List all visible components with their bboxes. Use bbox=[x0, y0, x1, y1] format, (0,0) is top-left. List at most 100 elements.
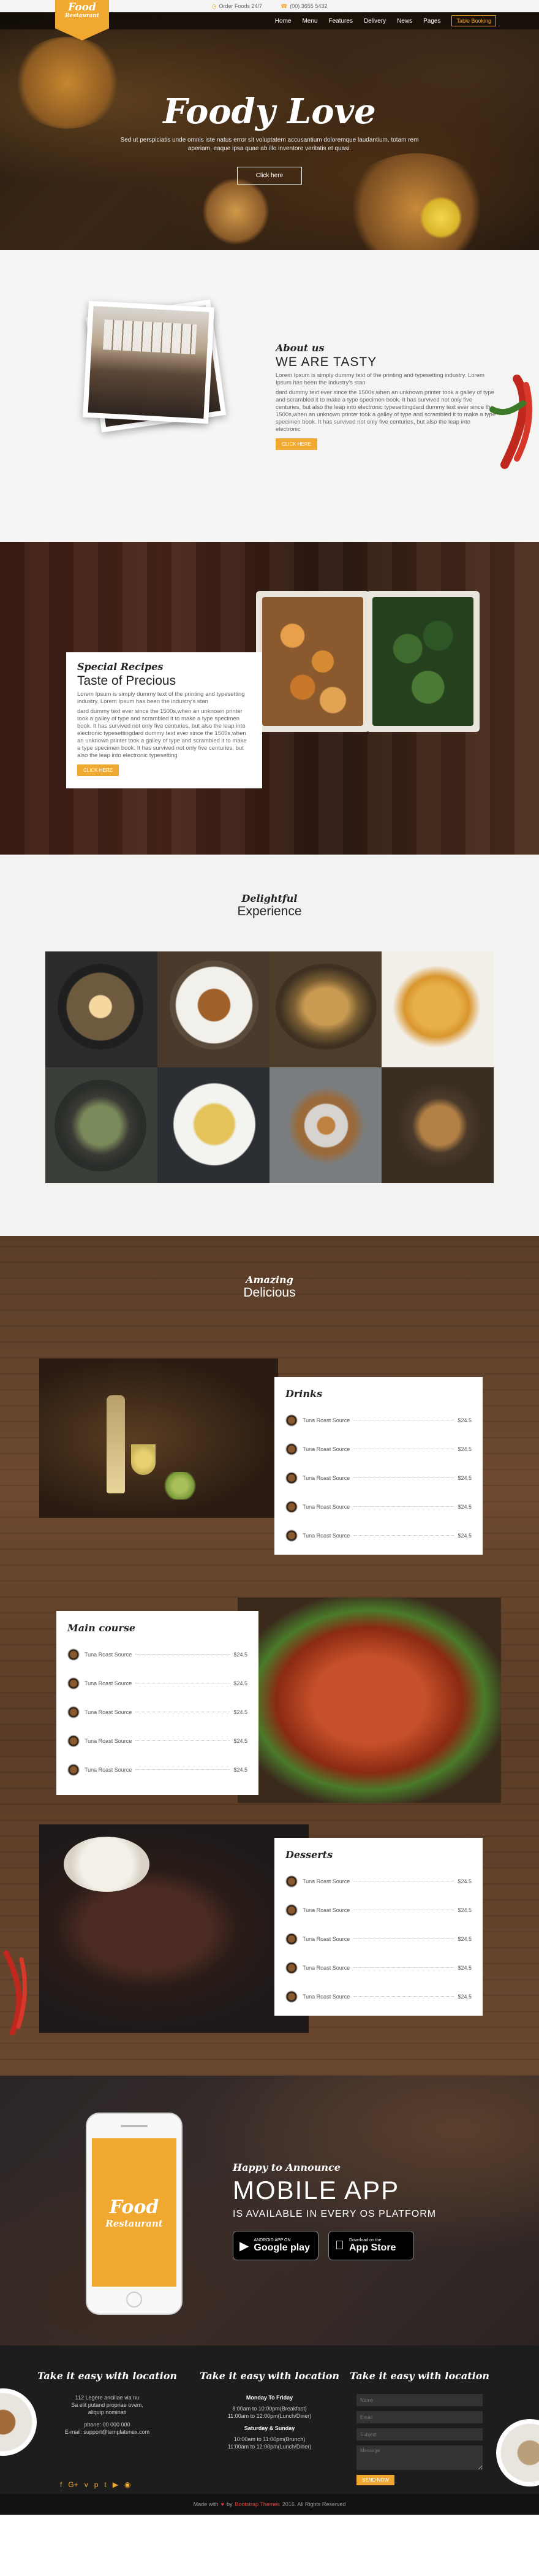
menu-item-price: $24.5 bbox=[458, 1935, 472, 1942]
google-play-button[interactable]: ▶ ANDROID APP ON Google play bbox=[233, 2231, 318, 2260]
menu-item[interactable]: Tuna Roast Source $24.5 bbox=[67, 1669, 247, 1698]
google-plus-icon[interactable]: G+ bbox=[68, 2480, 78, 2489]
app-store-button[interactable]:  Download on theApp Store bbox=[328, 2231, 414, 2260]
hero-click-button[interactable]: Click here bbox=[236, 167, 303, 185]
menu-item[interactable]: Tuna Roast Source $24.5 bbox=[67, 1755, 247, 1784]
menu-item-price: $24.5 bbox=[458, 1503, 472, 1510]
menu-item-name: Tuna Roast Source bbox=[303, 1532, 350, 1539]
desserts-title: Desserts bbox=[285, 1849, 333, 1861]
menu-item-name: Tuna Roast Source bbox=[303, 1878, 350, 1884]
menu-item[interactable]: Tuna Roast Source $24.5 bbox=[285, 1953, 472, 1982]
message-textarea[interactable] bbox=[356, 2445, 483, 2470]
plate-image bbox=[0, 2388, 37, 2456]
footer-hours-column: Take it easy with location Monday To Fri… bbox=[199, 2370, 340, 2450]
gallery-tile[interactable] bbox=[382, 1067, 494, 1183]
social-links: f G+ v p t ▶ ◉ bbox=[60, 2480, 130, 2489]
site-logo[interactable]: Food Restaurant bbox=[55, 0, 109, 40]
gallery-tile[interactable] bbox=[45, 1067, 157, 1183]
copyright-post: 2016. All Rights Reserved bbox=[282, 2501, 346, 2507]
gallery-tile[interactable] bbox=[270, 951, 382, 1067]
menu-item[interactable]: Tuna Roast Source $24.5 bbox=[285, 1492, 472, 1521]
nav-features[interactable]: Features bbox=[328, 18, 352, 25]
menu-item[interactable]: Tuna Roast Source $24.5 bbox=[285, 1896, 472, 1924]
facebook-icon[interactable]: f bbox=[60, 2480, 62, 2489]
nav-menu[interactable]: Menu bbox=[302, 18, 317, 25]
app-title: MOBILE APP bbox=[233, 2176, 400, 2204]
copyright-by: by bbox=[226, 2501, 233, 2507]
gallery-tile[interactable] bbox=[45, 951, 157, 1067]
menu-item-name: Tuna Roast Source bbox=[85, 1709, 132, 1715]
menu-item-name: Tuna Roast Source bbox=[303, 1446, 350, 1452]
menu-item[interactable]: Tuna Roast Source $24.5 bbox=[285, 1463, 472, 1492]
shrimp-tray-image bbox=[256, 591, 369, 732]
nav-pages[interactable]: Pages bbox=[423, 18, 440, 25]
menu-item-price: $24.5 bbox=[458, 1907, 472, 1913]
gallery-tile[interactable] bbox=[270, 1067, 382, 1183]
menu-item[interactable]: Tuna Roast Source $24.5 bbox=[285, 1982, 472, 2011]
nav-home[interactable]: Home bbox=[275, 18, 292, 25]
nav-news[interactable]: News bbox=[397, 18, 412, 25]
google-play-icon: ▶ bbox=[239, 2239, 249, 2253]
vimeo-icon[interactable]: v bbox=[85, 2480, 88, 2489]
footer-col3-title: Take it easy with location bbox=[349, 2370, 490, 2382]
pinterest-icon[interactable]: p bbox=[94, 2480, 99, 2489]
gallery-script-heading: Delightful bbox=[241, 893, 298, 904]
menu-item[interactable]: Tuna Roast Source $24.5 bbox=[285, 1435, 472, 1463]
menu-section: Amazing Delicious Drinks Tuna Roast Sour… bbox=[0, 1236, 539, 2076]
food-image bbox=[202, 178, 270, 245]
wine-image bbox=[39, 1358, 278, 1518]
about-text: About us WE ARE TASTY Lorem Ipsum is sim… bbox=[276, 342, 496, 450]
nav-delivery[interactable]: Delivery bbox=[364, 18, 386, 25]
twitter-icon[interactable]: t bbox=[104, 2480, 106, 2489]
menu-item[interactable]: Tuna Roast Source $24.5 bbox=[285, 1406, 472, 1435]
menu-item-price: $24.5 bbox=[458, 1446, 472, 1452]
phone-info[interactable]: ☎ (00) 3655 5432 bbox=[281, 3, 327, 10]
gallery-tile[interactable] bbox=[157, 1067, 270, 1183]
youtube-icon[interactable]: ▶ bbox=[113, 2480, 118, 2489]
hours-line: 11:00am to 12:00pm(Lunch/Diner) bbox=[227, 2444, 312, 2450]
about-click-button[interactable]: CLICK HERE bbox=[276, 438, 318, 450]
menu-item[interactable]: Tuna Roast Source $24.5 bbox=[285, 1521, 472, 1550]
gallery-tile[interactable] bbox=[157, 951, 270, 1067]
about-title: WE ARE TASTY bbox=[276, 355, 377, 369]
greens-tray-image bbox=[366, 591, 480, 732]
brand-link[interactable]: Bootstrap Themes bbox=[235, 2501, 279, 2507]
food-gallery bbox=[45, 951, 494, 1183]
menu-item[interactable]: Tuna Roast Source $24.5 bbox=[67, 1640, 247, 1669]
special-click-button[interactable]: CLICK HERE bbox=[77, 764, 119, 776]
menu-item-name: Tuna Roast Source bbox=[303, 1474, 350, 1481]
subject-input[interactable] bbox=[356, 2428, 483, 2441]
menu-item[interactable]: Tuna Roast Source $24.5 bbox=[67, 1726, 247, 1755]
address-line: Sa elit putand propriae ovem, bbox=[71, 2402, 143, 2408]
name-input[interactable] bbox=[356, 2394, 483, 2406]
app-text: Happy to Announce MOBILE APP IS AVAILABL… bbox=[233, 2162, 436, 2260]
menu-item[interactable]: Tuna Roast Source $24.5 bbox=[285, 1924, 472, 1953]
drinks-title: Drinks bbox=[285, 1388, 323, 1400]
drinks-menu-card: Drinks Tuna Roast Source $24.5 Tuna Roast… bbox=[274, 1377, 483, 1555]
lemon-image bbox=[417, 196, 466, 239]
menu-title: Delicious bbox=[243, 1286, 296, 1300]
desserts-menu-card: Desserts Tuna Roast Source $24.5 Tuna Roa… bbox=[274, 1838, 483, 2016]
clock-icon: ◷ bbox=[211, 2, 217, 9]
instagram-icon[interactable]: ◉ bbox=[124, 2480, 130, 2489]
menu-item[interactable]: Tuna Roast Source $24.5 bbox=[285, 1867, 472, 1896]
menu-item-price: $24.5 bbox=[233, 1680, 247, 1686]
gallery-title: Experience bbox=[237, 904, 302, 918]
table-booking-button[interactable]: Table Booking bbox=[451, 15, 496, 26]
send-now-button[interactable]: SEND NOW bbox=[356, 2475, 394, 2485]
google-play-small-text: ANDROID APP ON bbox=[254, 2238, 291, 2243]
google-play-text: Google play bbox=[254, 2242, 310, 2253]
about-section: About us WE ARE TASTY Lorem Ipsum is sim… bbox=[0, 250, 539, 542]
email-input[interactable] bbox=[356, 2411, 483, 2423]
menu-item-price: $24.5 bbox=[233, 1709, 247, 1715]
menu-item[interactable]: Tuna Roast Source $24.5 bbox=[67, 1698, 247, 1726]
gallery-tile[interactable] bbox=[382, 951, 494, 1067]
dish-thumb bbox=[67, 1677, 80, 1690]
menu-item-price: $24.5 bbox=[458, 1964, 472, 1971]
menu-item-name: Tuna Roast Source bbox=[85, 1651, 132, 1658]
dish-thumb bbox=[67, 1705, 80, 1718]
menu-item-price: $24.5 bbox=[233, 1651, 247, 1658]
email-line[interactable]: E-mail: support@templatenex.com bbox=[37, 2428, 178, 2436]
special-card: Special Recipes Taste of Precious Lorem … bbox=[66, 652, 262, 788]
app-store-small-text: Download on the bbox=[340, 2238, 382, 2243]
